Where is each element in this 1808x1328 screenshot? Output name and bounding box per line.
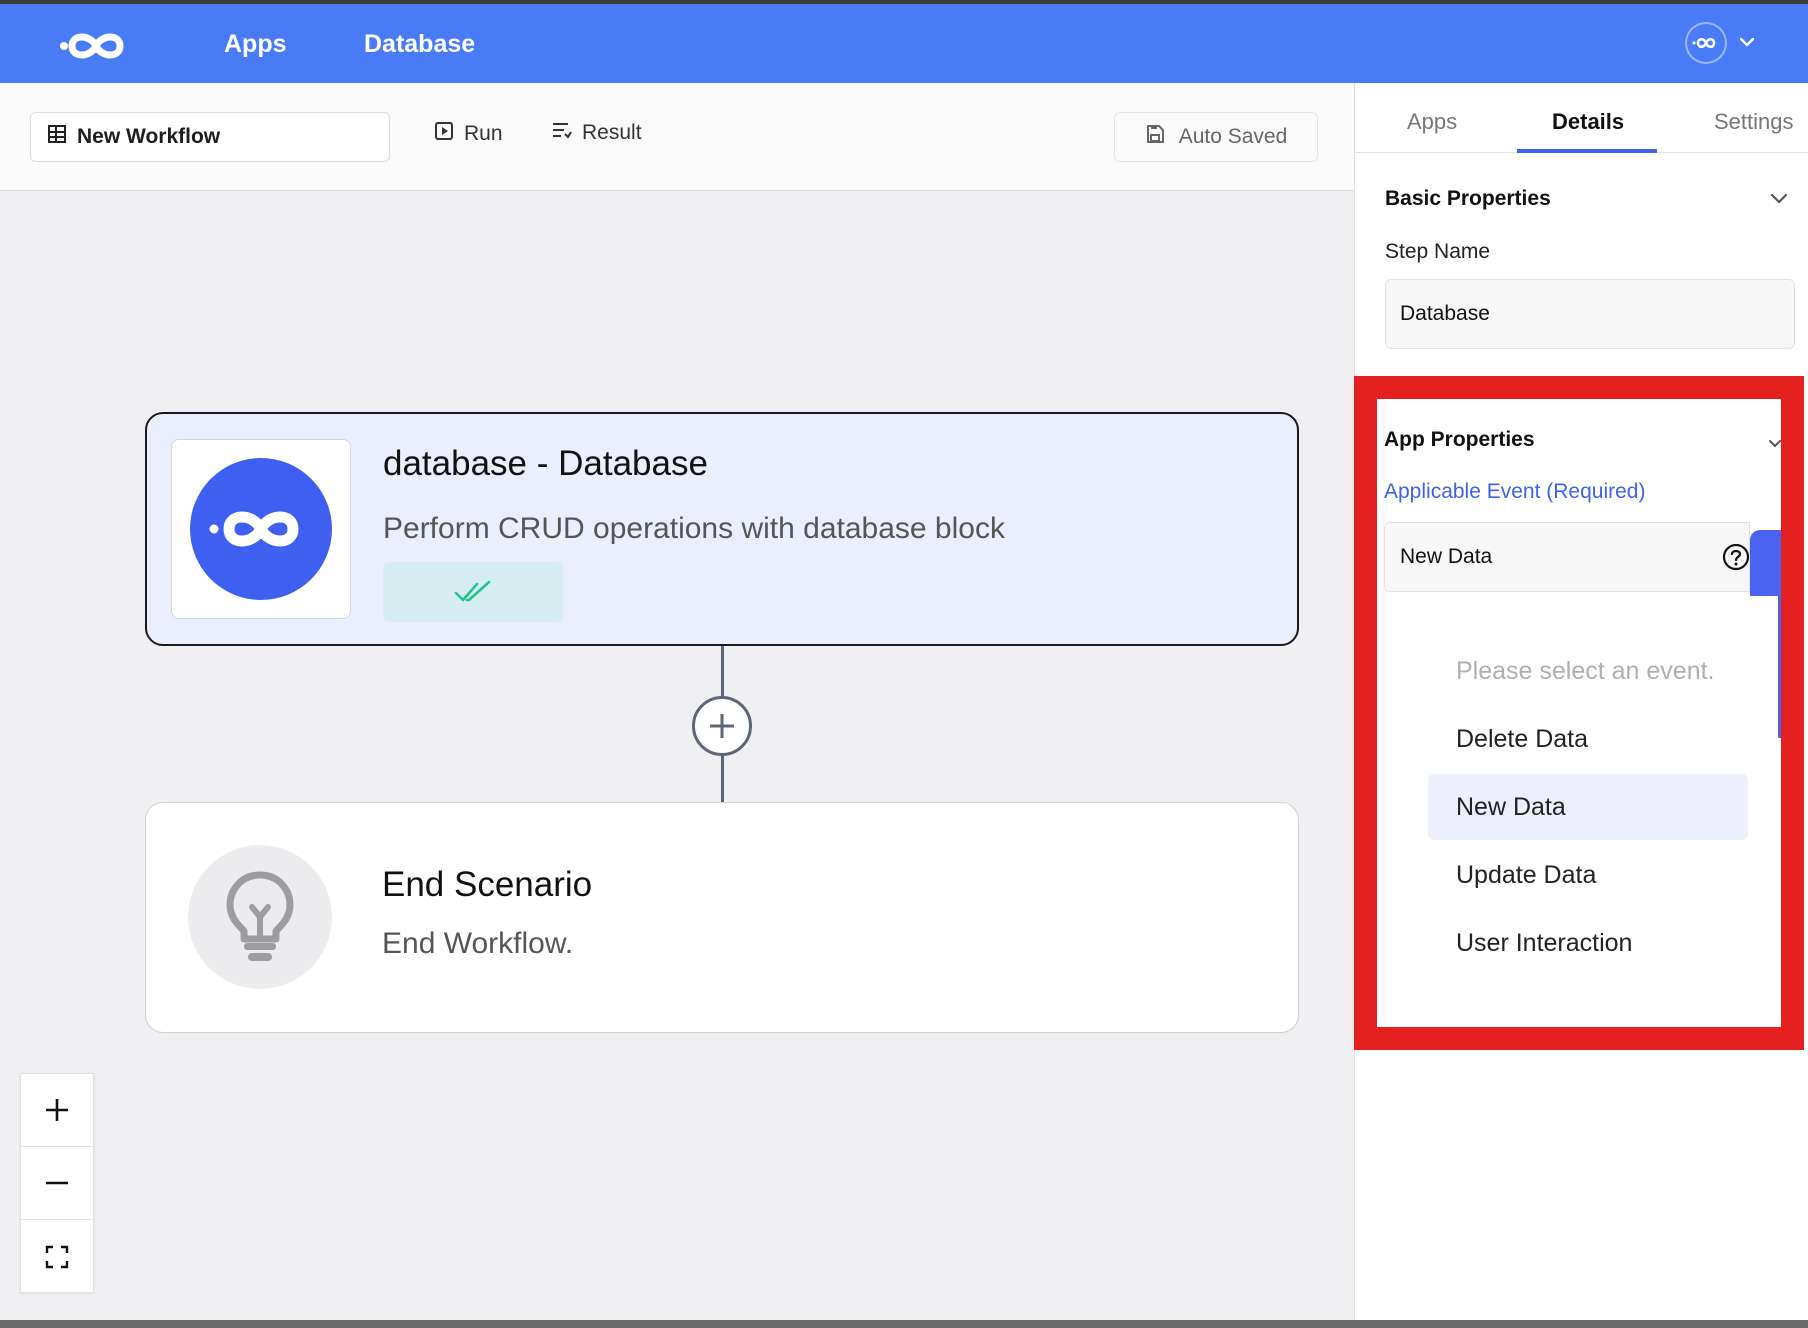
step-name-input[interactable]: Database [1385, 279, 1795, 349]
dropdown-option-delete-data[interactable]: Delete Data [1428, 706, 1748, 772]
active-tab-indicator [1517, 149, 1657, 153]
plus-icon [710, 714, 734, 738]
panel-tabs: Apps Details Settings [1355, 83, 1808, 153]
user-avatar[interactable] [1685, 22, 1727, 64]
nav-apps-link[interactable]: Apps [224, 30, 287, 59]
node-connector-line [721, 646, 724, 696]
basic-properties-title: Basic Properties [1385, 187, 1551, 210]
nav-database-link[interactable]: Database [364, 30, 475, 59]
help-question-icon[interactable] [1722, 543, 1750, 576]
chevron-down-icon[interactable] [1768, 436, 1782, 454]
workflow-node-end-scenario[interactable]: End Scenario End Workflow. [145, 802, 1299, 1033]
table-grid-icon [47, 124, 67, 150]
list-icon [552, 121, 572, 145]
event-select-value: New Data [1400, 545, 1493, 568]
dropdown-option-new-data[interactable]: New Data [1428, 774, 1748, 840]
zoom-out-button[interactable] [21, 1147, 93, 1220]
tab-apps[interactable]: Apps [1407, 109, 1457, 135]
save-disk-icon [1145, 124, 1165, 150]
result-label: Result [582, 121, 642, 144]
lightbulb-icon [226, 871, 294, 961]
user-menu[interactable] [1685, 22, 1755, 64]
node-description: End Workflow. [382, 927, 574, 960]
tab-settings[interactable]: Settings [1714, 109, 1794, 135]
play-icon [434, 121, 454, 147]
workflow-name-field[interactable]: New Workflow [30, 112, 390, 162]
add-step-button[interactable] [692, 696, 752, 756]
brand-logo[interactable] [58, 24, 140, 68]
workflow-toolbar: New Workflow Run Result Auto Saved [0, 83, 1354, 191]
zoom-controls [20, 1073, 94, 1293]
step-name-label: Step Name [1385, 240, 1491, 263]
double-check-icon [454, 580, 491, 602]
auto-saved-label: Auto Saved [1178, 125, 1288, 148]
event-select[interactable]: New Data [1384, 522, 1750, 592]
dropdown-placeholder: Please select an event. [1456, 656, 1715, 685]
fullscreen-icon [45, 1245, 69, 1268]
result-button[interactable]: Result [552, 121, 642, 145]
dropdown-option-user-interaction[interactable]: User Interaction [1428, 910, 1748, 976]
applicable-event-label: Applicable Event (Required) [1384, 480, 1646, 503]
node-icon-circle [188, 845, 332, 989]
top-navbar: Apps Database [0, 4, 1808, 83]
fit-view-button[interactable] [21, 1220, 93, 1293]
node-description: Perform CRUD operations with database bl… [383, 512, 1005, 545]
node-title: database - Database [383, 444, 708, 483]
plus-icon [46, 1099, 68, 1121]
node-title: End Scenario [382, 865, 593, 904]
tab-details[interactable]: Details [1552, 109, 1624, 135]
event-dropdown-menu: Please select an event. Delete Data New … [1384, 596, 1778, 1028]
minus-icon [46, 1181, 68, 1185]
workflow-name-label: New Workflow [77, 125, 221, 148]
run-label: Run [464, 122, 503, 145]
database-app-logo-icon [190, 458, 332, 600]
auto-saved-indicator: Auto Saved [1114, 112, 1318, 162]
chevron-down-icon[interactable] [1739, 34, 1755, 52]
chevron-down-icon[interactable] [1770, 191, 1788, 209]
app-properties-title: App Properties [1384, 428, 1535, 451]
run-button[interactable]: Run [434, 121, 503, 147]
window-bottom-border [0, 1320, 1808, 1328]
zoom-in-button[interactable] [21, 1074, 93, 1147]
node-connector-line [721, 756, 724, 802]
workflow-canvas[interactable] [0, 192, 1354, 1320]
node-icon-box [171, 439, 351, 619]
node-status-badge [383, 562, 563, 622]
workflow-node-database[interactable]: database - Database Perform CRUD operati… [145, 412, 1299, 646]
dropdown-option-update-data[interactable]: Update Data [1428, 842, 1748, 908]
